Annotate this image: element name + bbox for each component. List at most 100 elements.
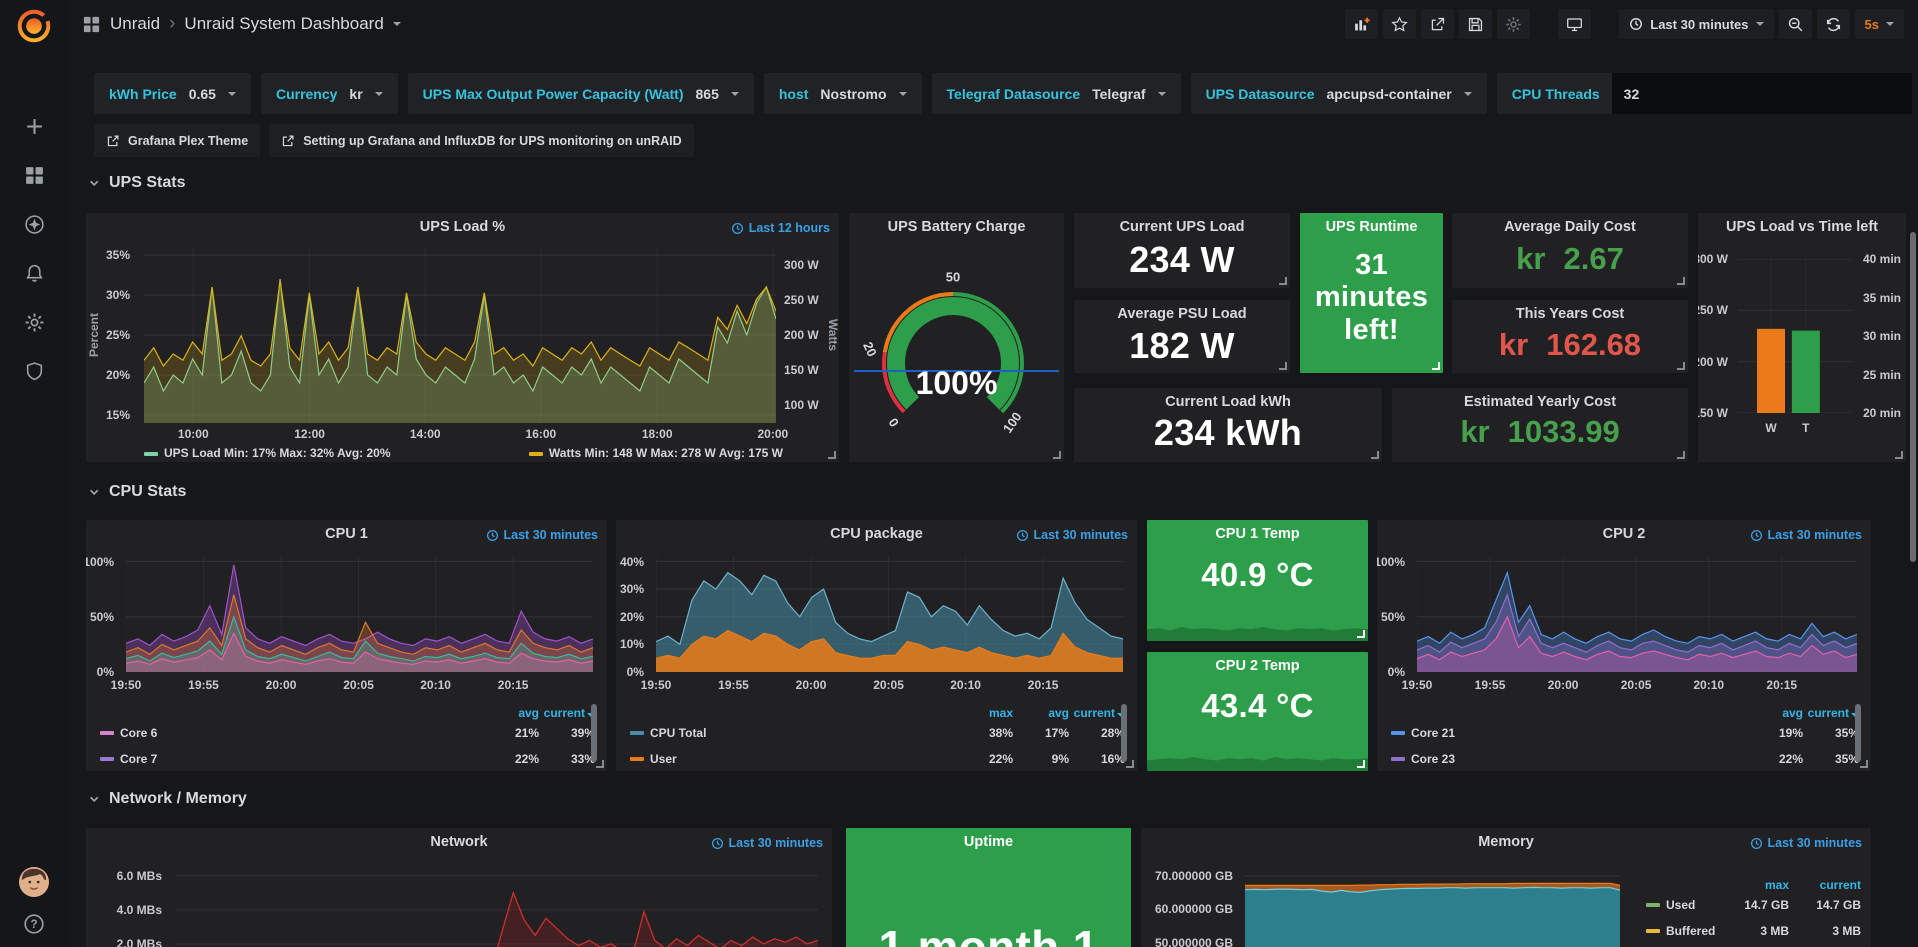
ups-bars-chart[interactable] — [1738, 259, 1853, 413]
dashboard-grid-icon[interactable] — [82, 15, 101, 34]
resize-handle[interactable] — [596, 760, 604, 768]
legend-sort-avg[interactable]: avg — [1747, 706, 1803, 720]
help-icon[interactable]: ? — [23, 913, 45, 935]
variable-host[interactable]: hostNostromo — [764, 73, 922, 114]
legend-sort-current[interactable]: current — [1789, 878, 1861, 892]
cpu-threads-input[interactable] — [1612, 73, 1912, 114]
panel-title[interactable]: CPU 2 Temp — [1183, 658, 1332, 674]
panel-title[interactable]: Current Load kWh — [1110, 394, 1346, 410]
panel-title[interactable]: UPS Battery Charge — [859, 219, 1054, 235]
time-override: Last 30 minutes — [1016, 528, 1128, 542]
resize-handle[interactable] — [1371, 451, 1379, 459]
section-network-memory[interactable]: Network / Memory — [88, 790, 247, 808]
chevron-down-icon[interactable] — [393, 22, 401, 26]
create-icon[interactable] — [24, 116, 45, 137]
time-range-label: Last 30 minutes — [1650, 17, 1748, 32]
resize-handle[interactable] — [1677, 451, 1685, 459]
variables-row: kWh Price0.65 Currencykr UPS Max Output … — [94, 73, 1912, 114]
variable-kwh-price[interactable]: kWh Price0.65 — [94, 73, 251, 114]
stat-value: kr1033.99 — [1392, 414, 1688, 450]
network-chart[interactable] — [176, 862, 818, 947]
breadcrumb-dashboard-title[interactable]: Unraid System Dashboard — [184, 14, 383, 34]
share-button[interactable] — [1421, 9, 1454, 39]
legend-scrollbar[interactable] — [1121, 704, 1127, 762]
legend-sort-max[interactable]: max — [1717, 878, 1789, 892]
variable-ups-datasource[interactable]: UPS Datasourceapcupsd-container — [1191, 73, 1487, 114]
configuration-gear-icon[interactable] — [24, 312, 45, 333]
memory-chart[interactable] — [1245, 866, 1620, 947]
variable-telegraf-datasource[interactable]: Telegraf DatasourceTelegraf — [932, 73, 1181, 114]
axis-tick: 20:00 — [796, 678, 827, 692]
resize-handle[interactable] — [828, 451, 836, 459]
panel-title[interactable]: Average Daily Cost — [1488, 219, 1652, 235]
breadcrumb-folder[interactable]: Unraid — [110, 14, 160, 34]
star-button[interactable] — [1383, 9, 1416, 39]
legend-sort-max[interactable]: max — [957, 706, 1013, 720]
link-grafana-plex-theme[interactable]: Grafana Plex Theme — [94, 124, 260, 157]
resize-handle[interactable] — [1053, 451, 1061, 459]
refresh-button[interactable] — [1817, 9, 1850, 39]
axis-tick: 30 min — [1863, 329, 1901, 343]
add-panel-button[interactable] — [1345, 9, 1378, 39]
resize-handle[interactable] — [1432, 362, 1440, 370]
explore-icon[interactable] — [24, 214, 45, 235]
resize-handle[interactable] — [1279, 277, 1287, 285]
legend-sort-current[interactable]: current — [1069, 706, 1125, 720]
legend-item[interactable]: UPS Load Min: 17% Max: 32% Avg: 20% — [144, 446, 391, 460]
resize-handle[interactable] — [1357, 630, 1365, 638]
variable-ups-max-watt[interactable]: UPS Max Output Power Capacity (Watt)865 — [408, 73, 754, 114]
section-ups-stats[interactable]: UPS Stats — [88, 174, 185, 192]
resize-handle[interactable] — [1860, 760, 1868, 768]
section-cpu-stats[interactable]: CPU Stats — [88, 483, 186, 501]
cpu-package-chart[interactable] — [656, 556, 1123, 672]
panel-cpu2-temp: CPU 2 Temp 43.4 °C — [1147, 652, 1368, 771]
legend-item[interactable]: Watts Min: 148 W Max: 278 W Avg: 175 W — [529, 446, 783, 460]
alerting-bell-icon[interactable] — [24, 263, 45, 284]
sparkline — [1147, 745, 1368, 771]
scrollbar-thumb[interactable] — [1910, 232, 1916, 562]
panel-estimated-yearly-cost: Estimated Yearly Cost kr1033.99 — [1392, 388, 1688, 462]
panel-title[interactable]: Memory — [1177, 834, 1835, 850]
cpu2-chart[interactable] — [1417, 556, 1857, 672]
dashboards-icon[interactable] — [24, 165, 45, 186]
panel-title[interactable]: UPS Runtime — [1308, 219, 1435, 235]
grafana-logo-icon[interactable] — [14, 6, 54, 46]
variable-currency[interactable]: Currencykr — [261, 73, 398, 114]
axis-tick: 250 W — [784, 293, 819, 307]
cpu1-chart[interactable] — [126, 556, 593, 672]
resize-handle[interactable] — [1357, 760, 1365, 768]
kiosk-mode-button[interactable] — [1558, 9, 1591, 39]
panel-title[interactable]: CPU 1 Temp — [1183, 526, 1332, 542]
legend-scrollbar[interactable] — [1855, 704, 1861, 762]
refresh-interval-picker[interactable]: 5s — [1855, 9, 1904, 39]
resize-handle[interactable] — [1677, 277, 1685, 285]
resize-handle[interactable] — [1279, 362, 1287, 370]
panel-title[interactable]: Current UPS Load — [1110, 219, 1254, 235]
user-avatar[interactable] — [19, 867, 49, 897]
panel-title[interactable]: Network — [122, 834, 796, 850]
ups-load-chart[interactable] — [144, 247, 776, 423]
zoom-out-button[interactable] — [1779, 9, 1812, 39]
resize-handle[interactable] — [1895, 451, 1903, 459]
resize-handle[interactable] — [1126, 760, 1134, 768]
axis-tick: 10:00 — [178, 427, 209, 441]
panel-title[interactable]: UPS Load vs Time left — [1706, 219, 1898, 235]
server-admin-shield-icon[interactable] — [24, 361, 45, 382]
save-button[interactable] — [1459, 9, 1492, 39]
panel-title[interactable]: This Years Cost — [1488, 306, 1652, 322]
legend-scrollbar[interactable] — [591, 704, 597, 762]
legend-sort-current[interactable]: current — [539, 706, 595, 720]
panel-title[interactable]: Estimated Yearly Cost — [1428, 394, 1652, 410]
breadcrumb-separator: › — [169, 13, 175, 35]
legend-sort-avg[interactable]: avg — [1013, 706, 1069, 720]
dashboard-settings-button[interactable] — [1497, 9, 1530, 39]
panel-title[interactable]: Uptime — [882, 834, 1095, 850]
time-range-picker[interactable]: Last 30 minutes — [1619, 9, 1773, 39]
resize-handle[interactable] — [1677, 362, 1685, 370]
panel-title[interactable]: Average PSU Load — [1110, 306, 1254, 322]
axis-tick: 300 W — [1698, 252, 1728, 266]
panel-title[interactable]: UPS Load % — [122, 219, 803, 235]
legend-sort-avg[interactable]: avg — [483, 706, 539, 720]
link-ups-monitoring-guide[interactable]: Setting up Grafana and InfluxDB for UPS … — [269, 124, 693, 157]
legend-sort-current[interactable]: current — [1803, 706, 1859, 720]
